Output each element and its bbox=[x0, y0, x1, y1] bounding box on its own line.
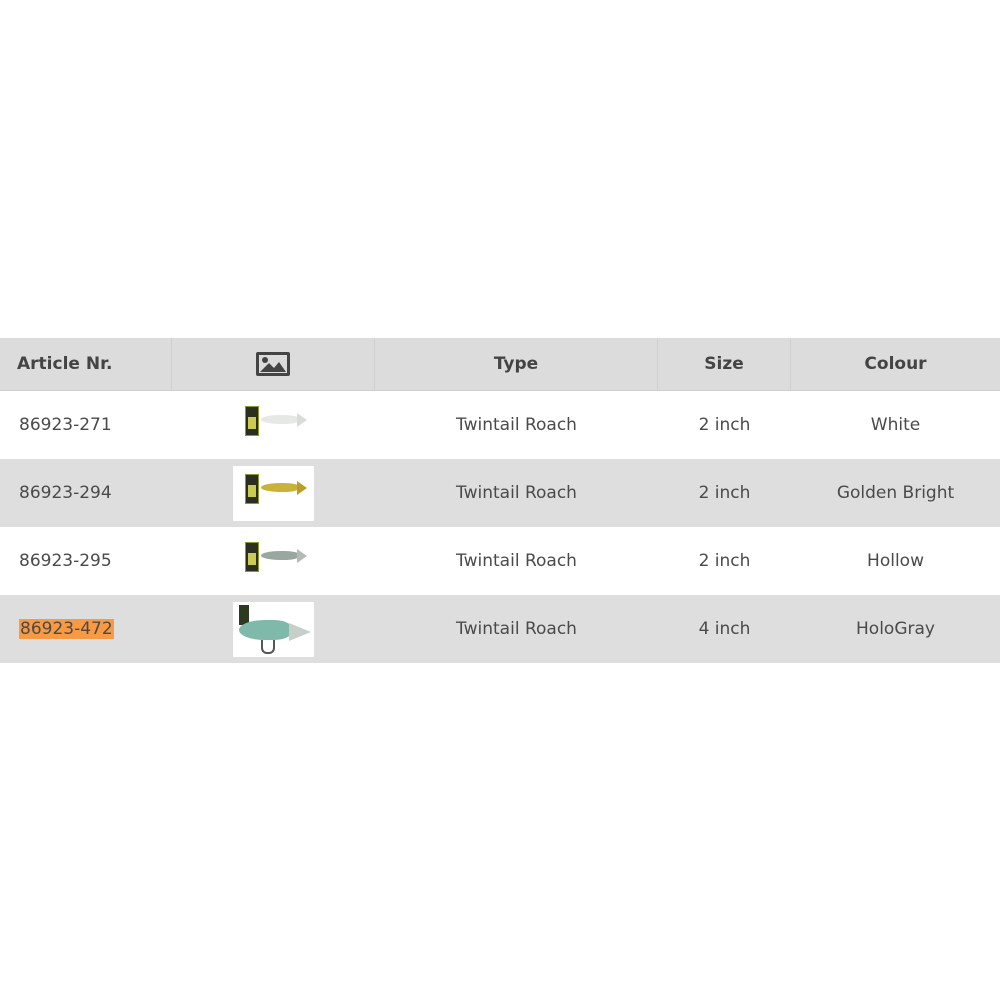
lure-image bbox=[239, 619, 291, 640]
product-colour: Golden Bright bbox=[836, 483, 955, 503]
product-thumbnail-cell bbox=[172, 459, 375, 527]
lure-image bbox=[261, 550, 299, 560]
package-image bbox=[245, 405, 259, 436]
table-header: Article Nr. Type Size Colour bbox=[0, 338, 1000, 391]
lure-tail bbox=[297, 480, 307, 495]
product-thumbnail[interactable] bbox=[233, 533, 314, 589]
product-type: Twintail Roach bbox=[456, 551, 577, 571]
product-colour: Hollow bbox=[867, 551, 924, 571]
product-type: Twintail Roach bbox=[456, 415, 577, 435]
product-thumbnail[interactable] bbox=[233, 465, 314, 521]
product-type: Twintail Roach bbox=[456, 483, 577, 503]
product-thumbnail[interactable] bbox=[233, 601, 314, 657]
product-colour: HoloGray bbox=[856, 619, 935, 639]
header-image bbox=[172, 338, 375, 390]
product-size: 4 inch bbox=[698, 619, 751, 639]
product-size: 2 inch bbox=[698, 483, 751, 503]
table-row[interactable]: 86923-295 Twintail Roach 2 inch Hollow bbox=[0, 527, 1000, 595]
product-size: 2 inch bbox=[698, 415, 751, 435]
product-thumbnail[interactable] bbox=[233, 397, 314, 453]
article-nr-highlighted[interactable]: 86923-472 bbox=[19, 619, 114, 639]
article-nr[interactable]: 86923-271 bbox=[0, 391, 172, 459]
product-colour: White bbox=[870, 415, 921, 435]
product-thumbnail-cell bbox=[172, 527, 375, 595]
table-row[interactable]: 86923-271 Twintail Roach 2 inch White bbox=[0, 391, 1000, 459]
product-thumbnail-cell bbox=[172, 595, 375, 663]
hook-image bbox=[261, 639, 275, 654]
article-nr[interactable]: 86923-294 bbox=[0, 459, 172, 527]
lure-image bbox=[261, 482, 299, 492]
lure-image bbox=[261, 414, 299, 424]
article-nr[interactable]: 86923-295 bbox=[0, 527, 172, 595]
package-image bbox=[245, 541, 259, 572]
header-colour[interactable]: Colour bbox=[791, 338, 1000, 390]
table-row[interactable]: 86923-472 Twintail Roach 4 inch HoloGray bbox=[0, 595, 1000, 663]
lure-tail bbox=[297, 548, 307, 563]
product-size: 2 inch bbox=[698, 551, 751, 571]
image-icon bbox=[256, 352, 290, 376]
lure-tail bbox=[289, 622, 311, 641]
header-article-nr[interactable]: Article Nr. bbox=[0, 338, 172, 390]
article-nr-cell: 86923-472 bbox=[0, 595, 172, 663]
package-image bbox=[245, 473, 259, 504]
lure-tail bbox=[297, 412, 307, 427]
header-type[interactable]: Type bbox=[375, 338, 658, 390]
product-table: Article Nr. Type Size Colour 86923-271 T… bbox=[0, 338, 1000, 663]
product-type: Twintail Roach bbox=[456, 619, 577, 639]
header-size[interactable]: Size bbox=[658, 338, 791, 390]
table-row[interactable]: 86923-294 Twintail Roach 2 inch Golden B… bbox=[0, 459, 1000, 527]
product-thumbnail-cell bbox=[172, 391, 375, 459]
